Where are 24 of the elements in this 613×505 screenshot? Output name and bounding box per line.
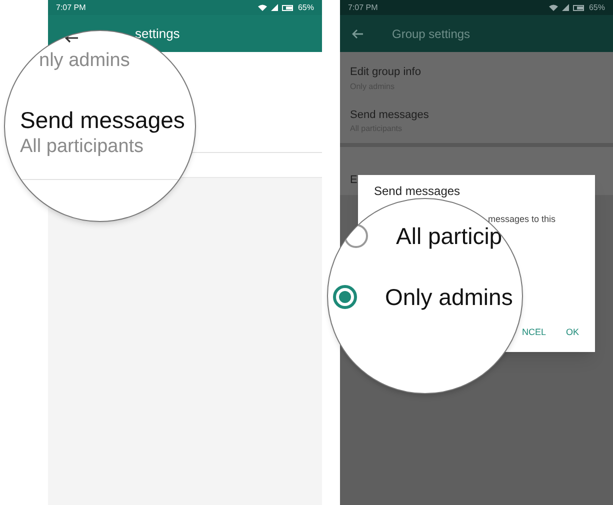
- battery-icon: [572, 4, 585, 10]
- dialog-text: messages to this: [488, 213, 556, 226]
- setting-title[interactable]: Edit group info: [350, 64, 603, 80]
- wifi-icon: [258, 4, 267, 11]
- setting-value: nly admins: [39, 49, 130, 73]
- toolbar-title: settings: [135, 24, 180, 43]
- signal-icon: [270, 4, 278, 11]
- dialog-button[interactable]: OK: [566, 326, 580, 340]
- toolbar-title: Group settings: [392, 26, 470, 42]
- battery-icon: [282, 4, 294, 10]
- battery-level: 65%: [588, 2, 605, 14]
- battery-level: 65%: [298, 2, 314, 14]
- option-label[interactable]: Only admins: [385, 280, 513, 314]
- setting-title[interactable]: Send messages: [20, 105, 185, 135]
- dialog-title: Send messages: [374, 183, 460, 200]
- signal-icon: [562, 4, 569, 11]
- status-time: 7:07 PM: [56, 2, 86, 14]
- setting-title[interactable]: E: [350, 174, 358, 186]
- dialog-button[interactable]: NCEL: [522, 326, 546, 340]
- radio-button[interactable]: [333, 285, 357, 310]
- setting-value: All participants: [20, 135, 145, 159]
- status-time: 7:07 PM: [348, 2, 378, 14]
- wifi-icon: [548, 4, 558, 11]
- setting-title[interactable]: Send messages: [350, 106, 603, 123]
